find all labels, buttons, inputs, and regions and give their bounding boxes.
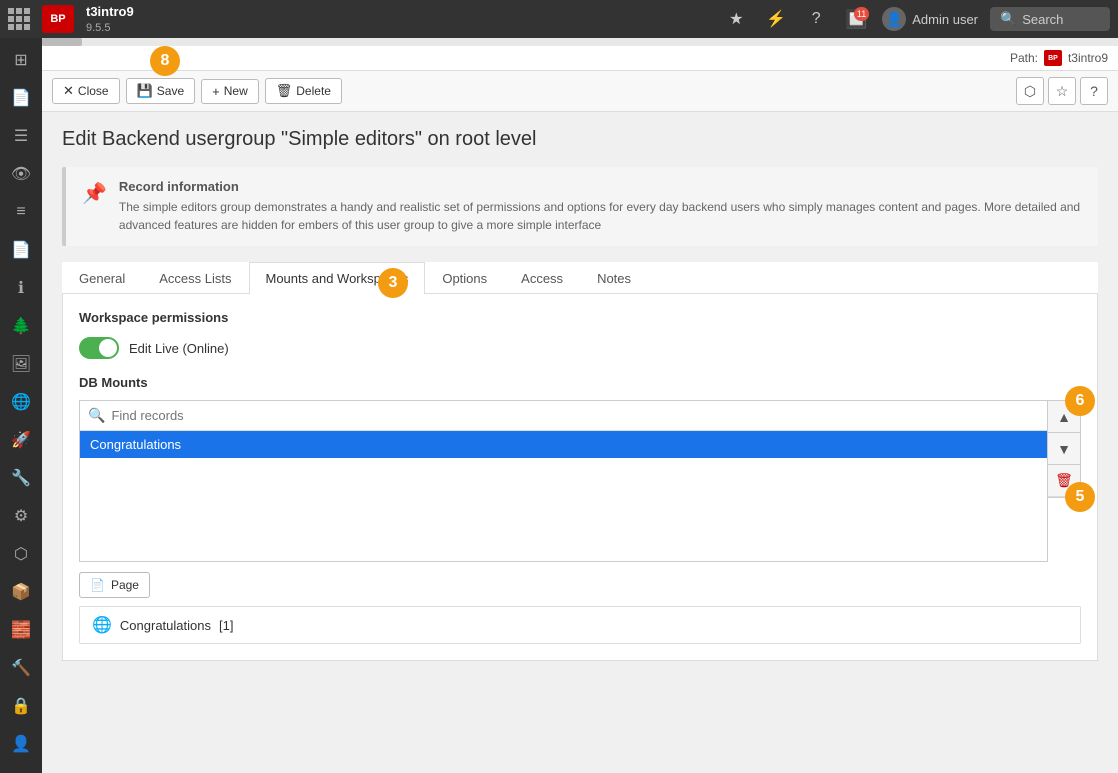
save-button[interactable]: 💾 Save: [126, 78, 196, 104]
tab-general[interactable]: General: [62, 262, 142, 294]
sidebar-item-user[interactable]: 👤: [2, 726, 40, 762]
sidebar-item-file[interactable]: 📄: [2, 80, 40, 116]
app-version: 9.5.5: [86, 22, 110, 34]
user-menu[interactable]: 👤 Admin user: [882, 7, 978, 31]
edit-live-toggle[interactable]: [79, 337, 119, 359]
sidebar-item-blocks[interactable]: 🧱: [2, 612, 40, 648]
tab-options[interactable]: Options: [425, 262, 504, 294]
info-box-title: Record information: [119, 179, 1082, 194]
sidebar: ⊞ 📄 ☰ 👁 ≡ 📄 ℹ 🌲 🖼 🌐 🚀 🔧 ⚙ ⬡ 📦 🧱 🔨 🔒 👤: [0, 38, 42, 773]
db-mounts-title: DB Mounts: [79, 375, 1081, 390]
record-globe-icon: 🌐: [92, 615, 112, 635]
sidebar-item-grid[interactable]: ⊞: [2, 42, 40, 78]
grid-menu-icon[interactable]: [8, 8, 30, 30]
notifications-icon[interactable]: 🔲 11: [842, 5, 870, 33]
favorites-icon[interactable]: ★: [722, 5, 750, 33]
page-button[interactable]: 📄 Page: [79, 572, 150, 598]
action-toolbar: ✕ Close 💾 Save + New 🗑 Delete ⬡ ☆ ?: [42, 71, 1118, 112]
search-bar[interactable]: 🔍 Search: [990, 7, 1110, 31]
sidebar-item-preview[interactable]: 👁: [2, 156, 40, 192]
mount-item[interactable]: Congratulations: [80, 431, 1047, 458]
sidebar-item-list[interactable]: ☰: [2, 118, 40, 154]
close-icon: ✕: [63, 83, 74, 99]
path-name: t3intro9: [1068, 51, 1108, 65]
tabs-bar: General Access Lists Mounts and Workspac…: [62, 262, 1098, 294]
mounts-search-row: 🔍: [80, 401, 1047, 431]
record-row: 🌐 Congratulations [1]: [79, 606, 1081, 644]
badge-5-bottom: 5: [1065, 482, 1095, 512]
app-logo: BP: [42, 5, 74, 33]
sidebar-item-textedit[interactable]: ≡: [2, 194, 40, 230]
page-content: Edit Backend usergroup "Simple editors" …: [42, 112, 1118, 773]
save-icon: 💾: [137, 83, 153, 99]
info-box-text: The simple editors group demonstrates a …: [119, 198, 1082, 234]
context-help-icon[interactable]: ?: [1080, 77, 1108, 105]
close-label: Close: [78, 84, 109, 98]
delete-button[interactable]: 🗑 Delete: [265, 78, 342, 104]
toggle-row: Edit Live (Online): [79, 337, 1081, 359]
info-pin-icon: 📌: [82, 181, 107, 234]
sidebar-item-settings[interactable]: ⚙: [2, 498, 40, 534]
mounts-list: Congratulations: [80, 431, 1047, 561]
tab-access-lists[interactable]: Access Lists: [142, 262, 248, 294]
path-label: Path:: [1010, 51, 1038, 65]
new-icon: +: [212, 84, 220, 99]
edit-live-label: Edit Live (Online): [129, 341, 229, 356]
mounts-side-controls: 6 ▲ ▼ 🗑 5: [1048, 400, 1081, 498]
user-avatar: 👤: [882, 7, 906, 31]
app-info: t3intro9 9.5.5: [86, 4, 134, 35]
user-name: Admin user: [912, 12, 978, 27]
save-label: Save: [157, 84, 184, 98]
workspace-permissions-title: Workspace permissions: [79, 310, 1081, 325]
page-title: Edit Backend usergroup "Simple editors" …: [62, 128, 1098, 151]
db-mounts-section: DB Mounts 🔍 Congra: [79, 375, 1081, 644]
sidebar-item-globe[interactable]: 🌐: [2, 384, 40, 420]
sidebar-item-lock[interactable]: 🔒: [2, 688, 40, 724]
sidebar-item-hammer[interactable]: 🔨: [2, 650, 40, 686]
sidebar-item-wrench[interactable]: 🔧: [2, 460, 40, 496]
sidebar-item-media[interactable]: 🖼: [2, 346, 40, 382]
toolbar-action-icons: ⬡ ☆ ?: [1016, 77, 1108, 105]
scroll-down-btn[interactable]: ▼: [1048, 433, 1080, 465]
page-btn-label: Page: [111, 578, 139, 592]
flash-icon[interactable]: ⚡: [762, 5, 790, 33]
mounts-search-icon: 🔍: [88, 407, 105, 424]
delete-label: Delete: [296, 84, 331, 98]
mounts-list-box: 🔍 Congratulations: [79, 400, 1048, 562]
record-label: Congratulations: [120, 618, 211, 633]
new-button[interactable]: + New: [201, 79, 259, 104]
search-icon: 🔍: [1000, 11, 1016, 27]
bookmark-icon[interactable]: ☆: [1048, 77, 1076, 105]
badge-6: 6: [1065, 386, 1095, 416]
notification-badge: 11: [854, 7, 869, 21]
tab-access[interactable]: Access: [504, 262, 580, 294]
tab-notes[interactable]: Notes: [580, 262, 648, 294]
mount-item-label: Congratulations: [90, 437, 181, 452]
search-label: Search: [1022, 12, 1063, 27]
sidebar-item-pagetree[interactable]: 🌲: [2, 308, 40, 344]
sidebar-item-extension[interactable]: ⬡: [2, 536, 40, 572]
info-box: 📌 Record information The simple editors …: [62, 167, 1098, 246]
path-logo: BP: [1044, 50, 1062, 66]
page-icon: 📄: [90, 578, 105, 592]
path-bar: Path: BP t3intro9: [42, 46, 1118, 71]
app-name: t3intro9: [86, 4, 134, 20]
sidebar-item-content[interactable]: 📄: [2, 232, 40, 268]
help-icon[interactable]: ?: [802, 5, 830, 33]
tab-panel: Workspace permissions Edit Live (Online)…: [62, 294, 1098, 661]
mounts-search-input[interactable]: [111, 408, 1039, 423]
sidebar-item-info[interactable]: ℹ: [2, 270, 40, 306]
new-label: New: [224, 84, 248, 98]
sidebar-item-box[interactable]: 📦: [2, 574, 40, 610]
topbar: BP t3intro9 9.5.5 ★ ⚡ ? 🔲 11 👤 Admin use…: [0, 0, 1118, 38]
close-button[interactable]: ✕ Close: [52, 78, 120, 104]
delete-icon: 🗑: [276, 83, 293, 99]
open-new-window-icon[interactable]: ⬡: [1016, 77, 1044, 105]
scroll-indicator: [42, 38, 1118, 46]
tab-mounts-workspaces[interactable]: Mounts and Workspaces: [249, 262, 426, 294]
record-count: [1]: [219, 618, 233, 633]
sidebar-item-rocket[interactable]: 🚀: [2, 422, 40, 458]
